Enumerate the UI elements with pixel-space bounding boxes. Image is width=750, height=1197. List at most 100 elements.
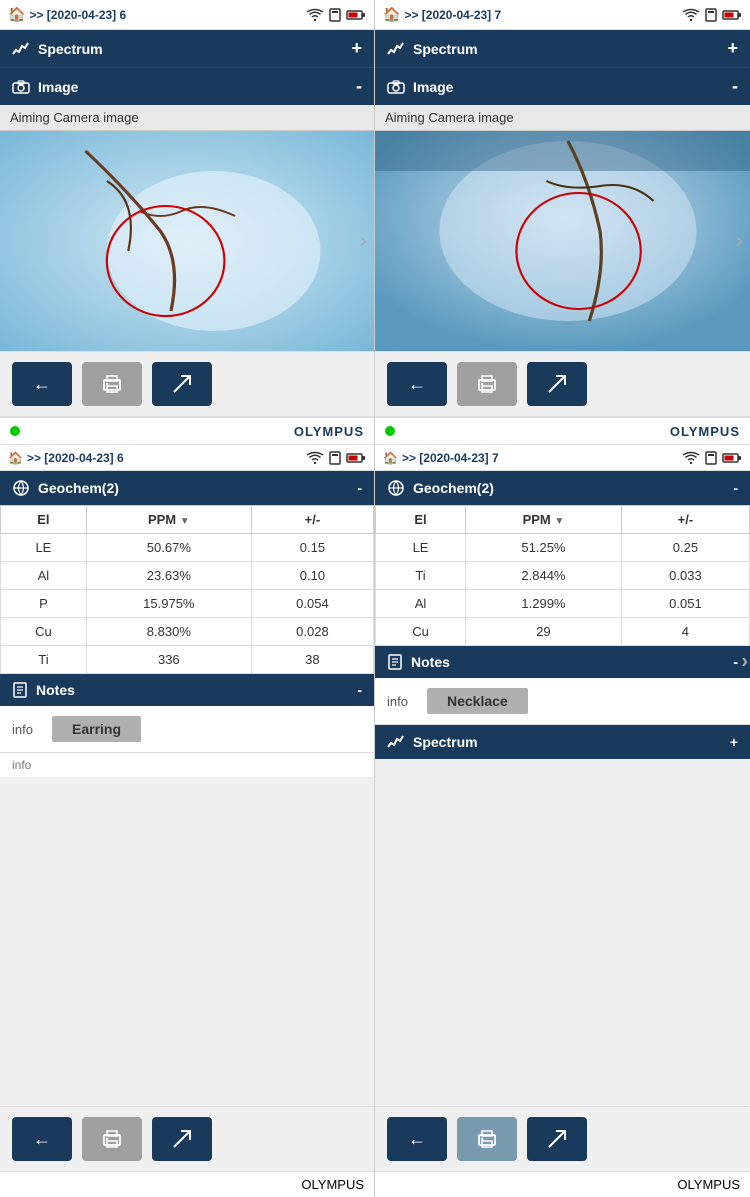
expand-icon-bottom-left [171, 1128, 193, 1150]
left-image-header-left: Image [12, 79, 78, 95]
table-cell: 38 [251, 646, 373, 674]
right-spectrum-label: Spectrum [413, 41, 478, 57]
table-row: LE50.67%0.15 [1, 534, 374, 562]
table-cell: 50.67% [86, 534, 251, 562]
print-icon-bottom-right [475, 1128, 499, 1150]
left-col-pm: +/- [251, 506, 373, 534]
left-geochem-table: El PPM ▼ +/- LE50.67%0.15Al23.63%0.10P15… [0, 505, 374, 674]
left-notes-toggle[interactable]: - [357, 682, 362, 698]
right-print-button[interactable] [457, 362, 517, 406]
left-image-toggle[interactable]: - [356, 76, 362, 97]
table-row: Ti33638 [1, 646, 374, 674]
right-geochem-header-left: Geochem(2) [387, 479, 494, 497]
left-expand-button[interactable] [152, 362, 212, 406]
left-geochem-label: Geochem(2) [38, 480, 119, 496]
left-spectrum-toggle[interactable]: + [351, 38, 362, 59]
right-geochem-label: Geochem(2) [413, 480, 494, 496]
right-breadcrumb-2: >> [2020-04-23] 7 [402, 451, 682, 465]
left-back-button[interactable]: ← [12, 362, 72, 406]
left-breadcrumb: >> [2020-04-23] 6 [29, 8, 306, 22]
table-cell: 0.10 [251, 562, 373, 590]
right-image-toggle[interactable]: - [732, 76, 738, 97]
wifi-icon-2 [306, 451, 324, 465]
left-bottom-print-button[interactable] [82, 1117, 142, 1161]
right-expand-button[interactable] [527, 362, 587, 406]
left-bottom-expand-button[interactable] [152, 1117, 212, 1161]
right-bottom-olympus: OLYMPUS [677, 1177, 740, 1192]
right-notes-header-left: Notes [387, 654, 450, 670]
table-cell: Al [376, 590, 466, 618]
right-camera-icon [387, 80, 405, 94]
table-cell: 8.830% [86, 618, 251, 646]
right-bottom-buttons: ← [375, 1106, 750, 1171]
right-spectrum-bottom-toggle[interactable]: + [730, 734, 738, 750]
table-cell: 29 [466, 618, 622, 646]
left-spectrum-header: Spectrum + [0, 30, 374, 67]
battery-icon-2 [346, 452, 366, 464]
right-bottom-expand-button[interactable] [527, 1117, 587, 1161]
right-geochem-toggle[interactable]: - [733, 480, 738, 496]
right-status-bar: 🏠 >> [2020-04-23] 7 [375, 0, 750, 30]
table-cell: 0.028 [251, 618, 373, 646]
right-back-button[interactable]: ← [387, 362, 447, 406]
right-battery-icon-2 [722, 452, 742, 464]
right-olympus-logo: OLYMPUS [670, 424, 740, 439]
right-spectrum-icon [387, 40, 405, 58]
left-geochem-toggle[interactable]: - [357, 480, 362, 496]
left-status-icons [306, 8, 366, 22]
left-image-label: Image [38, 79, 78, 95]
right-image-label: Image [413, 79, 453, 95]
table-cell: 1.299% [466, 590, 622, 618]
table-cell: 0.051 [621, 590, 749, 618]
right-spectrum-toggle[interactable]: + [727, 38, 738, 59]
right-status-dot [385, 426, 395, 436]
left-footer-bar: OLYMPUS [0, 417, 374, 445]
left-col-ppm[interactable]: PPM ▼ [86, 506, 251, 534]
right-camera-label: Aiming Camera image [375, 105, 750, 131]
left-notes-label: Notes [36, 682, 75, 698]
right-bottom-print-button[interactable] [457, 1117, 517, 1161]
right-notes-value: Necklace [427, 688, 528, 714]
right-image-header: Image - [375, 67, 750, 105]
notes-icon [12, 682, 28, 698]
right-spectrum-bottom-left: Spectrum [387, 733, 478, 751]
table-cell: 4 [621, 618, 749, 646]
left-spacer [0, 778, 374, 1106]
right-bottom-back-button[interactable]: ← [387, 1117, 447, 1161]
right-status-icons-2 [682, 451, 742, 465]
right-image-header-left: Image [387, 79, 453, 95]
table-cell: Cu [1, 618, 87, 646]
right-spectrum-bottom-header: Spectrum + [375, 725, 750, 759]
home-icon: 🏠 [8, 6, 25, 23]
table-cell: 0.054 [251, 590, 373, 618]
table-cell: P [1, 590, 87, 618]
left-status-bar-2: 🏠 >> [2020-04-23] 6 [0, 445, 374, 471]
right-col-pm: +/- [621, 506, 749, 534]
right-notes-header: Notes - › [375, 646, 750, 678]
right-geochem-header: Geochem(2) - [375, 471, 750, 505]
left-bottom-olympus: OLYMPUS [301, 1177, 364, 1192]
table-row: LE51.25%0.25 [376, 534, 750, 562]
right-image-chevron: › [736, 230, 748, 252]
table-cell: 0.15 [251, 534, 373, 562]
table-row: Cu294 [376, 618, 750, 646]
right-notes-toggle[interactable]: - [733, 654, 738, 670]
right-geochem-table: El PPM ▼ +/- LE51.25%0.25Ti2.844%0.033Al… [375, 505, 750, 646]
right-action-buttons: ← [375, 351, 750, 417]
table-cell: LE [1, 534, 87, 562]
right-status-bar-2: 🏠 >> [2020-04-23] 7 [375, 445, 750, 471]
right-wifi-icon-2 [682, 451, 700, 465]
right-col-ppm[interactable]: PPM ▼ [466, 506, 622, 534]
table-row: Ti2.844%0.033 [376, 562, 750, 590]
left-status-icons-2 [306, 451, 366, 465]
battery-icon [346, 9, 366, 21]
left-bottom-back-button[interactable]: ← [12, 1117, 72, 1161]
left-action-buttons: ← [0, 351, 374, 417]
right-home-icon: 🏠 [383, 6, 400, 23]
right-notes-icon [387, 654, 403, 670]
left-image-chevron: › [360, 230, 372, 252]
right-battery-icon [722, 9, 742, 21]
right-camera-image: › [375, 131, 750, 351]
left-print-button[interactable] [82, 362, 142, 406]
right-status-icons [682, 8, 742, 22]
